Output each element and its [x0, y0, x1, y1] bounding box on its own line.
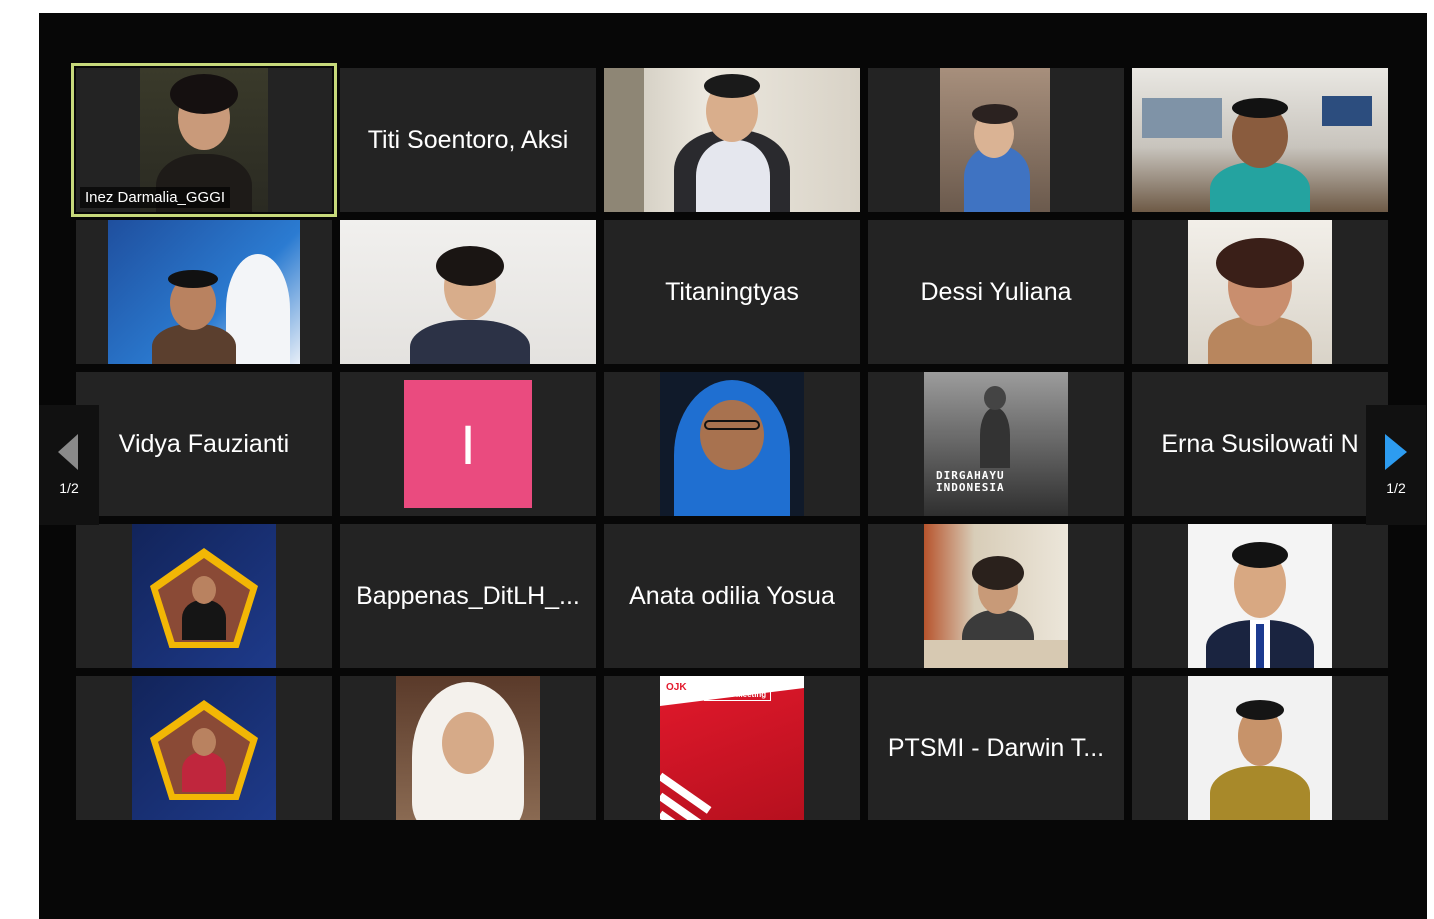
- participant-video: [108, 220, 300, 364]
- participant-tile-13[interactable]: DIRGAHAYU INDONESIA: [868, 372, 1124, 516]
- participant-tile-3[interactable]: [604, 68, 860, 212]
- participant-tile-23[interactable]: OJK Virtual Meeting: [604, 676, 860, 820]
- participant-tile-dessi-yuliana[interactable]: Dessi Yuliana: [868, 220, 1124, 364]
- overlay-dirgahayu-line2: INDONESIA: [936, 481, 1005, 494]
- avatar: I: [404, 380, 532, 508]
- video-gallery: Inez Darmalia_GGGI Titi Soentoro, Aksi T…: [39, 13, 1427, 919]
- participant-name: Anata odilia Yosua: [629, 581, 835, 610]
- participant-video: [1188, 524, 1332, 668]
- participant-tile-6[interactable]: [76, 220, 332, 364]
- participant-video: [1188, 220, 1332, 364]
- participant-tile-7[interactable]: [340, 220, 596, 364]
- participant-tile-anata-odilia-yosua[interactable]: Anata odilia Yosua: [604, 524, 860, 668]
- participant-name: Dessi Yuliana: [920, 277, 1072, 306]
- virtual-meeting-label: Virtual Meeting: [704, 688, 772, 701]
- participant-tile-titi-soentoro[interactable]: Titi Soentoro, Aksi: [340, 68, 596, 212]
- participant-name: Bappenas_DitLH_...: [356, 581, 580, 610]
- participant-video: [132, 524, 276, 668]
- chevron-right-icon: [1385, 434, 1407, 470]
- participant-video: [132, 676, 276, 820]
- participant-tile-12[interactable]: [604, 372, 860, 516]
- participant-name: Titi Soentoro, Aksi: [367, 125, 569, 154]
- participant-tile-21[interactable]: [76, 676, 332, 820]
- participant-tile-10[interactable]: [1132, 220, 1388, 364]
- participant-tile-ptsmi-darwin[interactable]: PTSMI - Darwin T...: [868, 676, 1124, 820]
- participant-tile-16[interactable]: [76, 524, 332, 668]
- participant-tile-bappenas[interactable]: Bappenas_DitLH_...: [340, 524, 596, 668]
- next-page-button[interactable]: 1/2: [1366, 405, 1426, 525]
- participant-tile-19[interactable]: [868, 524, 1124, 668]
- participant-tile-22[interactable]: [340, 676, 596, 820]
- participant-video: [340, 220, 596, 364]
- previous-page-button[interactable]: 1/2: [39, 405, 99, 525]
- chevron-left-icon: [58, 434, 78, 470]
- participant-video: [660, 372, 804, 516]
- participant-tile-erna-susilowati[interactable]: Erna Susilowati N: [1132, 372, 1388, 516]
- ojk-logo: OJK: [666, 682, 687, 693]
- participant-tile-inez-darmalia[interactable]: Inez Darmalia_GGGI: [71, 63, 337, 217]
- participant-name-tag: Inez Darmalia_GGGI: [80, 187, 231, 208]
- participant-tile-titaningtyas[interactable]: Titaningtyas: [604, 220, 860, 364]
- participant-video: [604, 68, 860, 212]
- participant-video: [1132, 68, 1388, 212]
- page-indicator-right: 1/2: [1386, 480, 1406, 496]
- participant-video: DIRGAHAYU INDONESIA: [924, 372, 1068, 516]
- participant-tile-5[interactable]: [1132, 68, 1388, 212]
- participant-video: [1188, 676, 1332, 820]
- participant-name: Vidya Fauzianti: [118, 429, 290, 458]
- participant-video: OJK Virtual Meeting: [660, 676, 804, 820]
- page-indicator-left: 1/2: [59, 480, 79, 496]
- participant-video: [924, 524, 1068, 668]
- participant-name: Erna Susilowati N: [1161, 429, 1359, 458]
- participant-tile-vidya-fauzianti[interactable]: Vidya Fauzianti: [76, 372, 332, 516]
- participant-tile-11[interactable]: I: [340, 372, 596, 516]
- participant-name: Titaningtyas: [665, 277, 799, 306]
- participant-name: PTSMI - Darwin T...: [887, 733, 1105, 762]
- participant-video: [396, 676, 540, 820]
- participant-tile-20[interactable]: [1132, 524, 1388, 668]
- participant-tile-4[interactable]: [868, 68, 1124, 212]
- participant-video: [940, 68, 1050, 212]
- participant-tile-25[interactable]: [1132, 676, 1388, 820]
